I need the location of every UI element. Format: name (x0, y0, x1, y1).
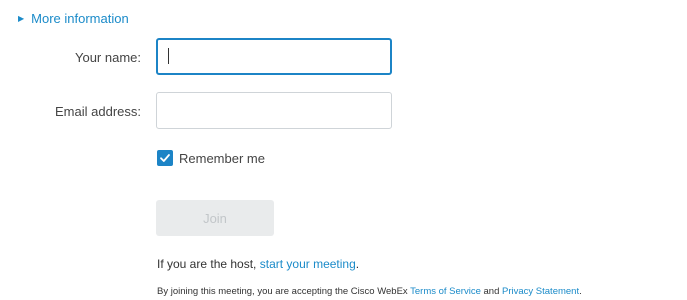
privacy-statement-link[interactable]: Privacy Statement (502, 286, 579, 297)
email-address-input[interactable] (156, 92, 392, 129)
your-name-input[interactable] (156, 38, 392, 75)
remember-me-checkbox[interactable]: Remember me (157, 150, 265, 166)
text-cursor (168, 48, 169, 64)
terms-of-service-link[interactable]: Terms of Service (410, 286, 481, 297)
your-name-label: Your name: (74, 50, 141, 65)
more-information-label: More information (31, 11, 129, 26)
host-prompt-period: . (355, 257, 360, 271)
email-address-label: Email address: (55, 104, 141, 119)
legal-notice-and: and (480, 286, 503, 297)
checkmark-icon (157, 150, 173, 166)
host-prompt: If you are the host, start your meeting. (157, 257, 359, 271)
start-meeting-link[interactable]: start your meeting (260, 257, 356, 271)
host-prompt-text: If you are the host, (157, 257, 260, 271)
join-button[interactable]: Join (156, 200, 274, 236)
legal-notice: By joining this meeting, you are accepti… (157, 286, 582, 297)
remember-me-label: Remember me (179, 150, 265, 166)
more-information-toggle[interactable]: ▶ More information (18, 11, 129, 26)
caret-right-icon: ▶ (18, 13, 25, 23)
legal-notice-period: . (579, 286, 582, 297)
legal-notice-text: By joining this meeting, you are accepti… (157, 286, 411, 297)
